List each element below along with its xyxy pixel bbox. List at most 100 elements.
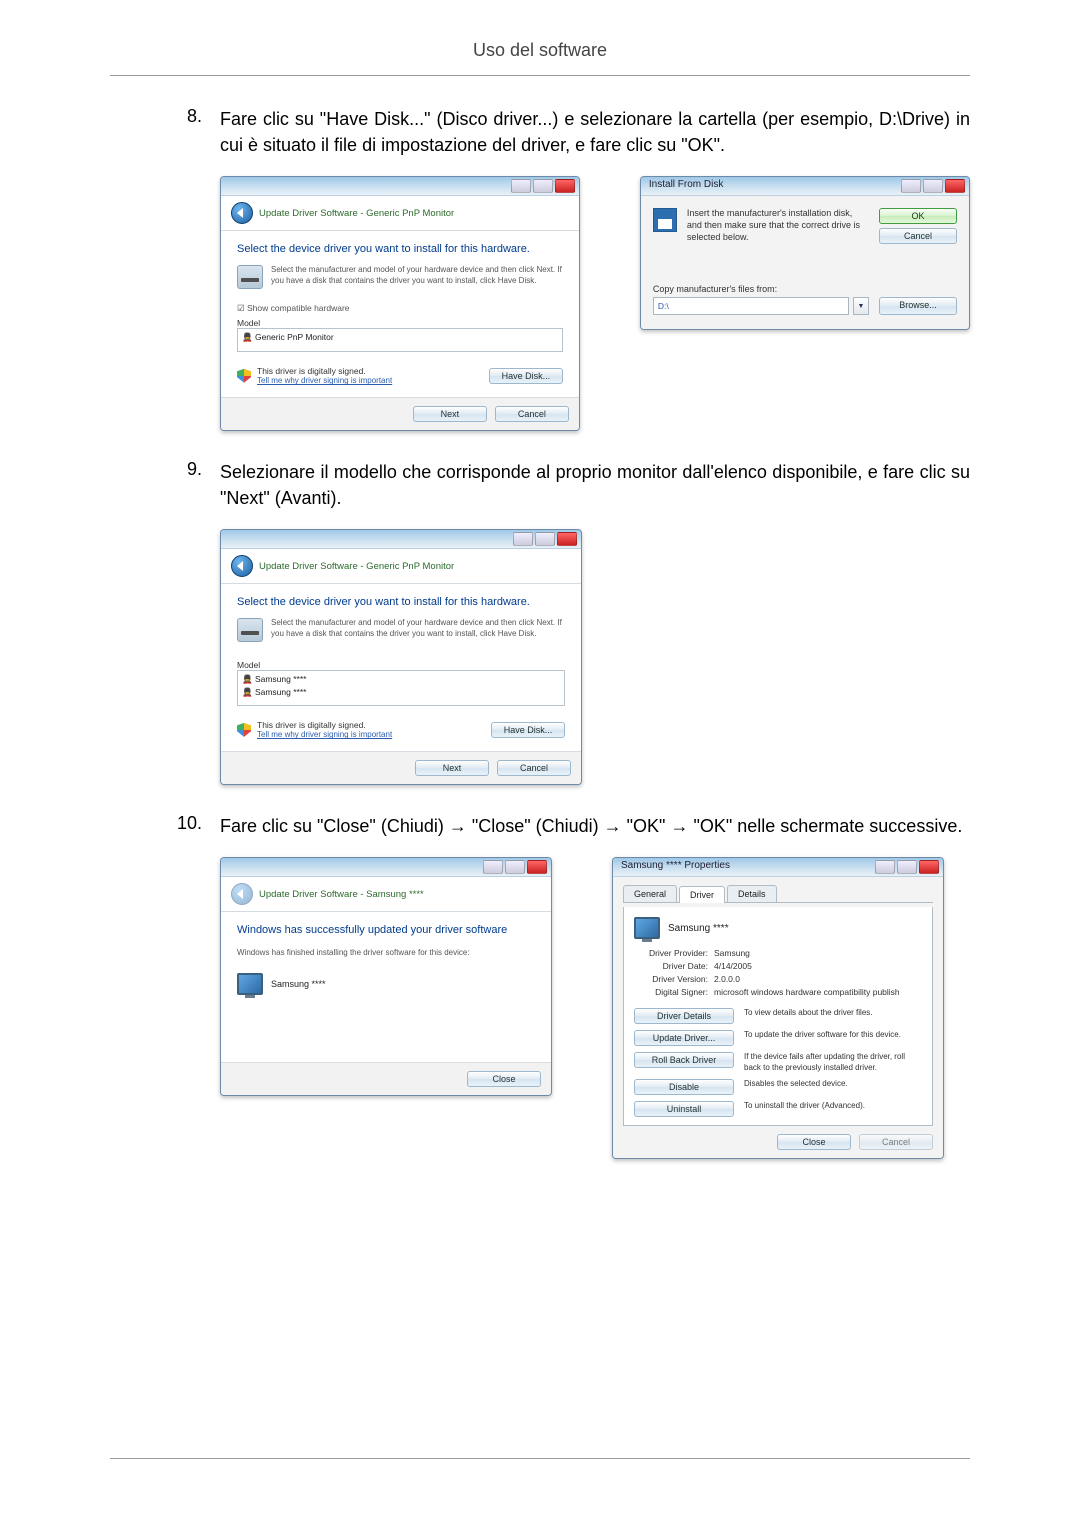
label-driver-provider: Driver Provider: (634, 947, 708, 960)
cancel-button[interactable]: Cancel (497, 760, 571, 776)
maximize-icon[interactable] (535, 532, 555, 546)
dialog-install-from-disk: Install From Disk Insert the manufacture… (640, 176, 970, 330)
value-digital-signer: microsoft windows hardware compatibility… (714, 986, 922, 999)
model-column-header: Model (237, 660, 565, 670)
minimize-icon[interactable] (901, 179, 921, 193)
have-disk-button[interactable]: Have Disk... (491, 722, 565, 738)
dropdown-arrow-icon[interactable]: ▼ (853, 297, 869, 315)
dialog-device-properties: Samsung **** Properties General Driver D… (612, 857, 944, 1159)
signing-link[interactable]: Tell me why driver signing is important (257, 730, 485, 739)
wizard-breadcrumb: Update Driver Software - Generic PnP Mon… (259, 208, 454, 219)
minimize-icon[interactable] (513, 532, 533, 546)
tab-details[interactable]: Details (727, 885, 777, 902)
maximize-icon[interactable] (505, 860, 525, 874)
value-driver-date: 4/14/2005 (714, 960, 922, 973)
maximize-icon[interactable] (533, 179, 553, 193)
close-icon[interactable] (919, 860, 939, 874)
compat-hardware-label: Show compatible hardware (247, 303, 350, 313)
wizard-heading: Windows has successfully updated your dr… (237, 924, 535, 936)
cancel-button[interactable]: Cancel (879, 228, 957, 244)
label-digital-signer: Digital Signer: (634, 986, 708, 999)
model-list[interactable]: 💂 Samsung **** 💂 Samsung **** (237, 670, 565, 706)
next-button[interactable]: Next (415, 760, 489, 776)
minimize-icon[interactable] (511, 179, 531, 193)
driver-details-desc: To view details about the driver files. (744, 1008, 922, 1018)
wizard-subtext: Select the manufacturer and model of you… (271, 618, 565, 642)
uninstall-button[interactable]: Uninstall (634, 1101, 734, 1117)
model-list-item[interactable]: Samsung **** (255, 687, 307, 697)
signed-text: This driver is digitally signed. (257, 720, 485, 730)
ok-button[interactable]: OK (879, 208, 957, 224)
cancel-button: Cancel (859, 1134, 933, 1150)
step-text-8: Fare clic su "Have Disk..." (Disco drive… (220, 106, 970, 158)
maximize-icon[interactable] (923, 179, 943, 193)
monitor-icon (634, 917, 660, 939)
device-name: Samsung **** (271, 979, 326, 989)
install-instruction: Insert the manufacturer's installation d… (687, 208, 869, 243)
minimize-icon[interactable] (875, 860, 895, 874)
rollback-driver-desc: If the device fails after updating the d… (744, 1052, 922, 1073)
page-title: Uso del software (473, 40, 607, 60)
rollback-driver-button[interactable]: Roll Back Driver (634, 1052, 734, 1068)
update-driver-button[interactable]: Update Driver... (634, 1030, 734, 1046)
next-button[interactable]: Next (413, 406, 487, 422)
wizard-subtext: Select the manufacturer and model of you… (271, 265, 563, 289)
close-icon[interactable] (527, 860, 547, 874)
step-text-9: Selezionare il modello che corrisponde a… (220, 459, 970, 511)
browse-button[interactable]: Browse... (879, 297, 957, 315)
back-arrow-icon[interactable] (231, 555, 253, 577)
tab-driver[interactable]: Driver (679, 886, 725, 903)
back-arrow-icon (231, 883, 253, 905)
disable-desc: Disables the selected device. (744, 1079, 922, 1089)
update-driver-desc: To update the driver software for this d… (744, 1030, 922, 1040)
dialog-update-driver-2: Update Driver Software - Generic PnP Mon… (220, 529, 582, 785)
close-button[interactable]: Close (777, 1134, 851, 1150)
maximize-icon[interactable] (897, 860, 917, 874)
wizard-heading: Select the device driver you want to ins… (237, 243, 563, 255)
wizard-subtext: Windows has finished installing the driv… (237, 948, 535, 958)
step-number-9: 9. (0, 459, 220, 480)
cancel-button[interactable]: Cancel (495, 406, 569, 422)
tab-general[interactable]: General (623, 885, 677, 902)
model-list[interactable]: 💂 Generic PnP Monitor (237, 328, 563, 352)
copy-from-label: Copy manufacturer's files from: (653, 284, 957, 294)
drive-icon (237, 618, 263, 642)
step-number-10: 10. (0, 813, 220, 834)
close-button[interactable]: Close (467, 1071, 541, 1087)
device-name: Samsung **** (668, 923, 729, 934)
monitor-icon (237, 973, 263, 995)
close-icon[interactable] (555, 179, 575, 193)
label-driver-version: Driver Version: (634, 973, 708, 986)
model-list-item[interactable]: Generic PnP Monitor (255, 332, 334, 342)
wizard-breadcrumb: Update Driver Software - Samsung **** (259, 889, 424, 900)
close-icon[interactable] (945, 179, 965, 193)
path-field[interactable]: D:\ (653, 297, 849, 315)
dialog-update-driver-1: Update Driver Software - Generic PnP Mon… (220, 176, 580, 431)
uninstall-desc: To uninstall the driver (Advanced). (744, 1101, 922, 1111)
value-driver-provider: Samsung (714, 947, 922, 960)
step-text-10: Fare clic su "Close" (Chiudi) → "Close" … (220, 813, 970, 839)
step-number-8: 8. (0, 106, 220, 127)
driver-details-button[interactable]: Driver Details (634, 1008, 734, 1024)
dialog-update-done: Update Driver Software - Samsung **** Wi… (220, 857, 552, 1096)
dialog-title: Install From Disk (649, 179, 723, 190)
shield-icon (237, 369, 251, 383)
label-driver-date: Driver Date: (634, 960, 708, 973)
have-disk-button[interactable]: Have Disk... (489, 368, 563, 384)
model-list-item[interactable]: Samsung **** (255, 674, 307, 684)
wizard-breadcrumb: Update Driver Software - Generic PnP Mon… (259, 561, 454, 572)
value-driver-version: 2.0.0.0 (714, 973, 922, 986)
close-icon[interactable] (557, 532, 577, 546)
disable-button[interactable]: Disable (634, 1079, 734, 1095)
footer-rule (110, 1458, 970, 1459)
shield-icon (237, 723, 251, 737)
compat-hardware-checkbox[interactable]: ☑ (237, 303, 247, 313)
minimize-icon[interactable] (483, 860, 503, 874)
header-rule (110, 75, 970, 76)
wizard-heading: Select the device driver you want to ins… (237, 596, 565, 608)
signing-link[interactable]: Tell me why driver signing is important (257, 376, 483, 385)
drive-icon (237, 265, 263, 289)
dialog-title: Samsung **** Properties (621, 860, 730, 871)
signed-text: This driver is digitally signed. (257, 366, 483, 376)
back-arrow-icon[interactable] (231, 202, 253, 224)
